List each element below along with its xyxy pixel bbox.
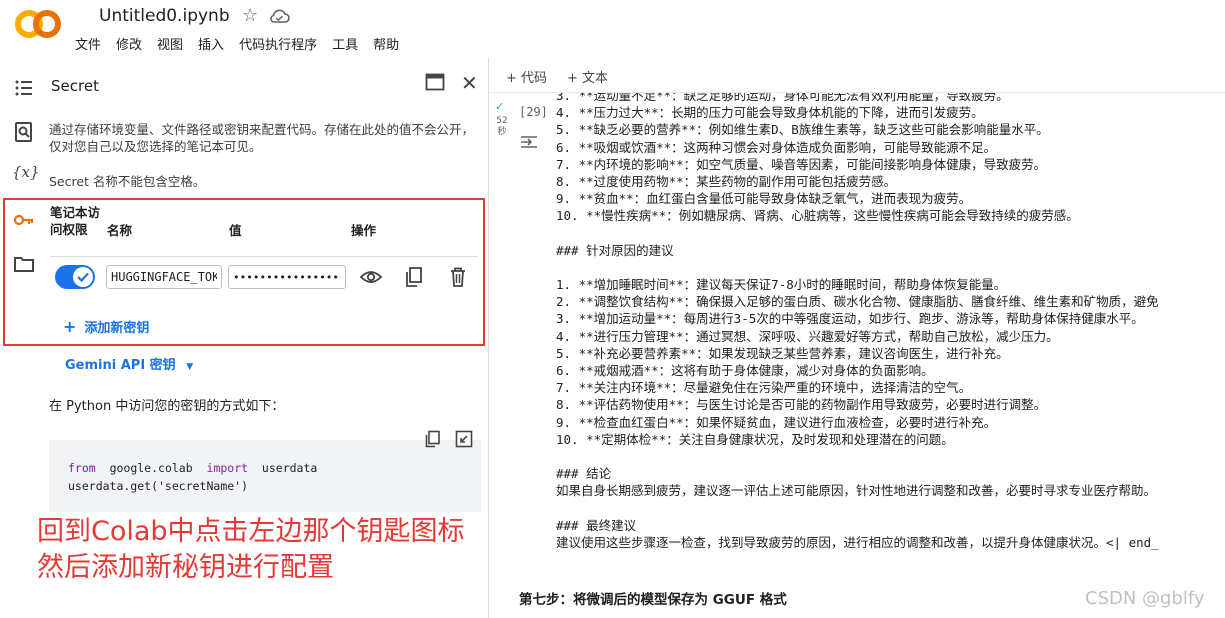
output-line: 8. **过度使用药物**：某些药物的副作用可能包括疲劳感。 (556, 173, 897, 189)
menu-bar: 文件 修改 视图 插入 代码执行程序 工具 帮助 (75, 34, 414, 53)
panel-divider[interactable] (488, 58, 489, 618)
output-line: 5. **缺乏必要的营养**：例如维生素D、B族维生素等，缺乏这些可能会影响能量… (556, 122, 1049, 138)
output-line: 5. **补充必要营养素**：如果发现缺乏某些营养素，建议咨询医生，进行补充。 (556, 345, 1009, 361)
step-heading: 第七步：将微调后的模型保存为 GGUF 格式 (519, 592, 787, 608)
menu-edit[interactable]: 修改 (116, 34, 142, 53)
insert-code-icon[interactable] (455, 430, 473, 448)
add-text-button[interactable]: + 文本 (567, 67, 608, 86)
output-line: 9. **贫血**：血红蛋白含量低可能导致身体缺乏氧气，进而表现为疲劳。 (556, 191, 972, 207)
output-line: 7. **内环境的影响**：如空气质量、噪音等因素，可能间接影响身体健康，导致疲… (556, 156, 1047, 172)
panel-note: Secret 名称不能包含空格。 (49, 174, 206, 189)
output-line: 1. **增加睡眠时间**：建议每天保证7-8小时的睡眠时间，帮助身体恢复能量。 (556, 277, 1007, 293)
highlight-box (3, 198, 485, 346)
menu-view[interactable]: 视图 (157, 34, 183, 53)
gemini-key-button[interactable]: Gemini API 密钥 ▼ (65, 354, 193, 373)
cell-output: 3. **运动量不足**：缺乏足够的运动，身体可能无法有效利用能量，导致疲劳。 4… (556, 87, 1225, 557)
toc-icon[interactable] (12, 76, 36, 100)
output-line: 10. **慢性疾病**：例如糖尿病、肾病、心脏病等，这些慢性疾病可能会导致持续… (556, 208, 1079, 224)
colab-logo (15, 10, 61, 38)
output-line: 10. **定期体检**：关注自身健康状况，及时发现和处理潜在的问题。 (556, 431, 954, 447)
toolbar-underline (489, 92, 1225, 93)
access-instructions: 在 Python 中访问您的密钥的方式如下： (49, 399, 285, 414)
output-line: 7. **关注内环境**：尽量避免住在污染严重的环境中，选择清洁的空气。 (556, 380, 972, 396)
output-line: ### 最终建议 (556, 517, 637, 533)
code-module: google.colab (109, 461, 193, 475)
panel-description: 通过存储环境变量、文件路径或密钥来配置代码。存储在此处的值不会公开，仅对您自己以… (49, 122, 475, 154)
code-line-2: userdata.get('secretName') (68, 479, 249, 493)
output-line: ### 针对原因的建议 (556, 242, 674, 258)
output-line: ### 结论 (556, 466, 612, 482)
menu-runtime[interactable]: 代码执行程序 (239, 34, 317, 53)
output-line: 4. **进行压力管理**：通过冥想、深呼吸、兴趣爱好等方式，帮助自己放松，减少… (556, 328, 1059, 344)
star-icon[interactable]: ☆ (242, 5, 258, 26)
output-line: 9. **检查血红蛋白**：如果怀疑贫血，建议进行血液检查，必要时进行补充。 (556, 414, 997, 430)
add-code-button[interactable]: + 代码 (506, 67, 547, 86)
close-icon[interactable]: ✕ (461, 71, 478, 95)
run-time: 52秒 (496, 116, 508, 137)
menu-insert[interactable]: 插入 (198, 34, 224, 53)
output-line: 8. **评估药物使用**：与医生讨论是否可能的药物副作用导致疲劳，必要时进行调… (556, 397, 1047, 413)
annotation-line-2: 然后添加新秘钥进行配置 (37, 552, 334, 583)
execution-count: [29] (519, 105, 548, 119)
output-actions-icon[interactable] (519, 133, 539, 151)
panel-title: Secret (51, 77, 99, 95)
variables-icon[interactable]: {x} (12, 163, 40, 187)
menu-help[interactable]: 帮助 (373, 34, 399, 53)
code-snippet (49, 440, 481, 512)
menu-tools[interactable]: 工具 (332, 34, 358, 53)
output-line: 如果自身长期感到疲劳，建议逐一评估上述可能原因，针对性地进行调整和改善，必要时寻… (556, 483, 1157, 499)
output-line: 4. **压力过大**：长期的压力可能会导致身体机能的下降，进而引发疲劳。 (556, 105, 984, 121)
code-keyword-import: import (206, 461, 249, 475)
output-line: 2. **调整饮食结构**：确保摄入足够的蛋白质、碳水化合物、健康脂肪、膳食纤维… (556, 294, 1159, 310)
dropdown-icon: ▼ (186, 362, 194, 372)
open-in-tab-icon[interactable] (425, 73, 445, 91)
gemini-key-label: Gemini API 密钥 (65, 358, 176, 373)
menu-file[interactable]: 文件 (75, 34, 101, 53)
output-line: 3. **增加运动量**：每周进行3-5次的中等强度运动，如步行、跑步、游泳等，… (556, 311, 1144, 327)
cloud-icon[interactable] (268, 7, 290, 25)
notebook-title[interactable]: Untitled0.ipynb (99, 6, 230, 26)
annotation-line-1: 回到Colab中点击左边那个钥匙图标 (37, 516, 465, 547)
output-line: 6. **吸烟或饮酒**：这两种习惯会对身体造成负面影响，可能导致能源不足。 (556, 139, 997, 155)
output-line: 6. **戒烟戒酒**：这将有助于身体健康，减少对身体的负面影响。 (556, 363, 934, 378)
code-import-name: userdata (261, 461, 318, 475)
output-line: 建议使用这些步骤逐一检查，找到导致疲劳的原因，进行相应的调整和改善，以提升身体健… (556, 534, 1159, 550)
run-status-check-icon: ✓ (495, 100, 505, 113)
code-line: from google.colab import userdata (68, 461, 317, 475)
find-icon[interactable] (12, 120, 36, 144)
code-keyword-from: from (68, 461, 96, 475)
copy-code-icon[interactable] (424, 430, 442, 448)
watermark: CSDN @gblfy (1085, 588, 1205, 609)
